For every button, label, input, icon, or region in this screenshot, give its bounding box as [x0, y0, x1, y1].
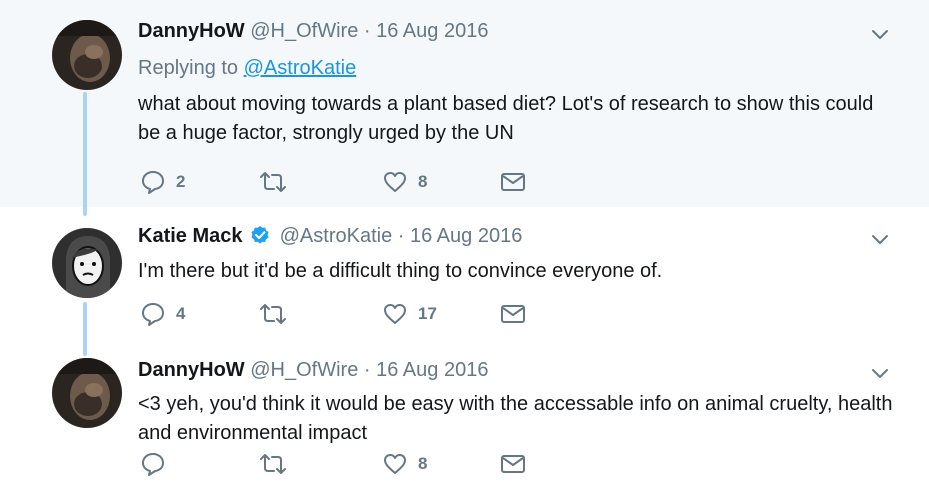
like-count: 8	[418, 172, 428, 191]
tweet-header: Katie Mack @AstroKatie · 16 Aug 2016	[138, 225, 522, 248]
tweet-1[interactable]: DannyHoW @H_OfWire · 16 Aug 2016 Replyin…	[0, 0, 929, 207]
replying-to-link[interactable]: @AstroKatie	[244, 57, 357, 79]
tweet-header: DannyHoW @H_OfWire · 16 Aug 2016	[138, 359, 488, 382]
thread-connector	[83, 92, 87, 216]
chevron-down-icon[interactable]	[871, 230, 889, 248]
retweet-arrows-icon	[260, 454, 286, 474]
direct-message-button[interactable]	[500, 301, 526, 327]
like-button[interactable]: 17	[382, 301, 437, 327]
tweet-actions: 4 17	[140, 301, 560, 327]
reply-count: 2	[176, 172, 186, 191]
avatar-dannyhow[interactable]	[52, 358, 122, 428]
speech-bubble-icon	[142, 453, 164, 476]
reply-button[interactable]: 2	[140, 169, 185, 195]
tweet-3[interactable]: DannyHoW @H_OfWire · 16 Aug 2016 <3 yeh,…	[0, 343, 929, 493]
replying-to-label: Replying to	[138, 57, 244, 79]
tweet-date[interactable]: 16 Aug 2016	[376, 359, 488, 381]
chevron-down-icon[interactable]	[871, 364, 889, 382]
verified-badge-icon	[251, 226, 269, 244]
retweet-arrows-icon	[260, 172, 286, 192]
separator: ·	[358, 20, 377, 42]
tweet-text: I'm there but it'd be a difficult thing …	[138, 260, 663, 282]
heart-outline-icon	[384, 454, 406, 474]
reply-count: 4	[176, 304, 186, 323]
display-name[interactable]: Katie Mack	[138, 225, 243, 247]
retweet-button[interactable]	[258, 169, 298, 195]
avatar-katie-mack[interactable]	[52, 228, 122, 298]
chevron-down-icon[interactable]	[871, 25, 889, 43]
tweet-actions: 2 8	[140, 169, 560, 195]
like-button[interactable]: 8	[382, 451, 427, 477]
like-count: 8	[418, 454, 428, 473]
speech-bubble-icon	[142, 303, 164, 326]
retweet-arrows-icon	[260, 304, 286, 324]
separator: ·	[392, 225, 410, 247]
retweet-button[interactable]	[258, 451, 298, 477]
retweet-button[interactable]	[258, 301, 298, 327]
tweet-date[interactable]: 16 Aug 2016	[376, 20, 488, 42]
handle[interactable]: @H_OfWire	[250, 359, 358, 381]
replying-to: Replying to @AstroKatie	[138, 57, 356, 80]
tweet-header: DannyHoW @H_OfWire · 16 Aug 2016	[138, 20, 488, 43]
direct-message-button[interactable]	[500, 451, 526, 477]
display-name[interactable]: DannyHoW	[138, 20, 245, 42]
heart-outline-icon	[384, 172, 406, 192]
tweet-text: what about moving towards a plant based …	[138, 93, 874, 144]
handle[interactable]: @AstroKatie	[280, 225, 393, 247]
tweet-date[interactable]: 16 Aug 2016	[410, 225, 522, 247]
direct-message-button[interactable]	[500, 169, 526, 195]
speech-bubble-icon	[142, 171, 164, 194]
tweet-actions: 8	[140, 451, 560, 477]
tweet-text: <3 yeh, you'd think it would be easy wit…	[138, 393, 893, 444]
heart-outline-icon	[384, 304, 406, 324]
like-count: 17	[418, 304, 437, 323]
separator: ·	[358, 359, 377, 381]
reply-button[interactable]: 4	[140, 301, 185, 327]
handle[interactable]: @H_OfWire	[250, 20, 358, 42]
thread-connector	[83, 302, 87, 356]
avatar-dannyhow[interactable]	[52, 20, 122, 90]
display-name[interactable]: DannyHoW	[138, 359, 245, 381]
envelope-icon	[501, 173, 525, 191]
tweet-2[interactable]: Katie Mack @AstroKatie · 16 Aug 2016 I'm…	[0, 207, 929, 343]
reply-button[interactable]	[140, 451, 176, 477]
envelope-icon	[501, 305, 525, 323]
envelope-icon	[501, 455, 525, 473]
like-button[interactable]: 8	[382, 169, 427, 195]
